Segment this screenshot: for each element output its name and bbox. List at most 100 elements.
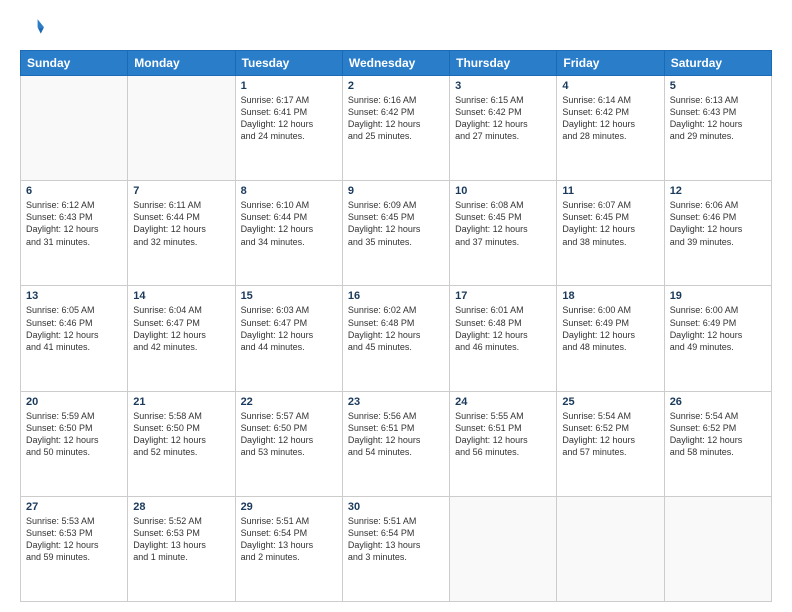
cell-info: Sunrise: 6:16 AMSunset: 6:42 PMDaylight:… [348, 94, 444, 143]
cell-info: Sunrise: 6:00 AMSunset: 6:49 PMDaylight:… [562, 304, 658, 353]
cell-info: Sunrise: 6:10 AMSunset: 6:44 PMDaylight:… [241, 199, 337, 248]
cell-info: Sunrise: 6:12 AMSunset: 6:43 PMDaylight:… [26, 199, 122, 248]
cell-day-number: 2 [348, 80, 444, 92]
calendar-cell: 19 Sunrise: 6:00 AMSunset: 6:49 PMDayligh… [664, 286, 771, 391]
calendar-cell: 5 Sunrise: 6:13 AMSunset: 6:43 PMDaylight… [664, 76, 771, 181]
calendar-cell: 8 Sunrise: 6:10 AMSunset: 6:44 PMDaylight… [235, 181, 342, 286]
col-header-friday: Friday [557, 51, 664, 76]
calendar-cell: 29 Sunrise: 5:51 AMSunset: 6:54 PMDayligh… [235, 496, 342, 601]
calendar-cell: 15 Sunrise: 6:03 AMSunset: 6:47 PMDayligh… [235, 286, 342, 391]
cell-day-number: 19 [670, 290, 766, 302]
cell-info: Sunrise: 5:57 AMSunset: 6:50 PMDaylight:… [241, 410, 337, 459]
header [20, 16, 772, 40]
cell-day-number: 10 [455, 185, 551, 197]
cell-day-number: 25 [562, 396, 658, 408]
cell-info: Sunrise: 6:03 AMSunset: 6:47 PMDaylight:… [241, 304, 337, 353]
calendar-cell: 4 Sunrise: 6:14 AMSunset: 6:42 PMDaylight… [557, 76, 664, 181]
calendar-cell: 21 Sunrise: 5:58 AMSunset: 6:50 PMDayligh… [128, 391, 235, 496]
cell-info: Sunrise: 6:14 AMSunset: 6:42 PMDaylight:… [562, 94, 658, 143]
calendar-cell: 23 Sunrise: 5:56 AMSunset: 6:51 PMDayligh… [342, 391, 449, 496]
cell-info: Sunrise: 5:52 AMSunset: 6:53 PMDaylight:… [133, 515, 229, 564]
calendar-cell: 3Sunrise: 6:15 AMSunset: 6:42 PMDaylight… [450, 76, 557, 181]
cell-day-number: 4 [562, 80, 658, 92]
calendar-cell: 25 Sunrise: 5:54 AMSunset: 6:52 PMDayligh… [557, 391, 664, 496]
cell-day-number: 30 [348, 501, 444, 513]
cell-info: Sunrise: 5:51 AMSunset: 6:54 PMDaylight:… [241, 515, 337, 564]
cell-day-number: 8 [241, 185, 337, 197]
calendar-cell: 22 Sunrise: 5:57 AMSunset: 6:50 PMDayligh… [235, 391, 342, 496]
calendar-cell: 17 Sunrise: 6:01 AMSunset: 6:48 PMDayligh… [450, 286, 557, 391]
cell-day-number: 13 [26, 290, 122, 302]
cell-day-number: 6 [26, 185, 122, 197]
calendar-cell: 30 Sunrise: 5:51 AMSunset: 6:54 PMDayligh… [342, 496, 449, 601]
cell-day-number: 3 [455, 80, 551, 92]
logo [20, 16, 48, 40]
calendar-cell [664, 496, 771, 601]
calendar-cell: 16Sunrise: 6:02 AMSunset: 6:48 PMDayligh… [342, 286, 449, 391]
cell-info: Sunrise: 5:53 AMSunset: 6:53 PMDaylight:… [26, 515, 122, 564]
calendar-cell: 2 Sunrise: 6:16 AMSunset: 6:42 PMDaylight… [342, 76, 449, 181]
cell-day-number: 15 [241, 290, 337, 302]
calendar-cell: 12 Sunrise: 6:06 AMSunset: 6:46 PMDayligh… [664, 181, 771, 286]
calendar-cell: 1Sunrise: 6:17 AMSunset: 6:41 PMDaylight… [235, 76, 342, 181]
logo-icon [20, 16, 44, 40]
cell-day-number: 28 [133, 501, 229, 513]
cell-info: Sunrise: 5:59 AMSunset: 6:50 PMDaylight:… [26, 410, 122, 459]
calendar-cell [450, 496, 557, 601]
cell-day-number: 24 [455, 396, 551, 408]
cell-day-number: 21 [133, 396, 229, 408]
cell-info: Sunrise: 6:13 AMSunset: 6:43 PMDaylight:… [670, 94, 766, 143]
week-row-5: 27 Sunrise: 5:53 AMSunset: 6:53 PMDayligh… [21, 496, 772, 601]
cell-info: Sunrise: 5:51 AMSunset: 6:54 PMDaylight:… [348, 515, 444, 564]
cell-day-number: 23 [348, 396, 444, 408]
cell-info: Sunrise: 6:04 AMSunset: 6:47 PMDaylight:… [133, 304, 229, 353]
page: SundayMondayTuesdayWednesdayThursdayFrid… [0, 0, 792, 612]
calendar-header: SundayMondayTuesdayWednesdayThursdayFrid… [21, 51, 772, 76]
calendar-body: 1Sunrise: 6:17 AMSunset: 6:41 PMDaylight… [21, 76, 772, 602]
cell-day-number: 5 [670, 80, 766, 92]
calendar-table: SundayMondayTuesdayWednesdayThursdayFrid… [20, 50, 772, 602]
cell-day-number: 22 [241, 396, 337, 408]
col-header-sunday: Sunday [21, 51, 128, 76]
calendar-cell: 6 Sunrise: 6:12 AMSunset: 6:43 PMDaylight… [21, 181, 128, 286]
cell-day-number: 20 [26, 396, 122, 408]
cell-day-number: 18 [562, 290, 658, 302]
col-header-saturday: Saturday [664, 51, 771, 76]
calendar-cell: 24 Sunrise: 5:55 AMSunset: 6:51 PMDayligh… [450, 391, 557, 496]
cell-info: Sunrise: 6:09 AMSunset: 6:45 PMDaylight:… [348, 199, 444, 248]
cell-info: Sunrise: 5:54 AMSunset: 6:52 PMDaylight:… [670, 410, 766, 459]
calendar-cell: 14 Sunrise: 6:04 AMSunset: 6:47 PMDayligh… [128, 286, 235, 391]
week-row-3: 13 Sunrise: 6:05 AMSunset: 6:46 PMDayligh… [21, 286, 772, 391]
cell-info: Sunrise: 6:06 AMSunset: 6:46 PMDaylight:… [670, 199, 766, 248]
cell-info: Sunrise: 6:07 AMSunset: 6:45 PMDaylight:… [562, 199, 658, 248]
calendar-cell: 20 Sunrise: 5:59 AMSunset: 6:50 PMDayligh… [21, 391, 128, 496]
cell-info: Sunrise: 6:05 AMSunset: 6:46 PMDaylight:… [26, 304, 122, 353]
cell-day-number: 27 [26, 501, 122, 513]
cell-info: Sunrise: 6:01 AMSunset: 6:48 PMDaylight:… [455, 304, 551, 353]
cell-info: Sunrise: 5:58 AMSunset: 6:50 PMDaylight:… [133, 410, 229, 459]
calendar-cell: 11 Sunrise: 6:07 AMSunset: 6:45 PMDayligh… [557, 181, 664, 286]
calendar-cell: 13 Sunrise: 6:05 AMSunset: 6:46 PMDayligh… [21, 286, 128, 391]
cell-info: Sunrise: 6:00 AMSunset: 6:49 PMDaylight:… [670, 304, 766, 353]
cell-info: Sunrise: 5:56 AMSunset: 6:51 PMDaylight:… [348, 410, 444, 459]
cell-day-number: 12 [670, 185, 766, 197]
calendar-cell: 7Sunrise: 6:11 AMSunset: 6:44 PMDaylight… [128, 181, 235, 286]
calendar-cell [557, 496, 664, 601]
cell-day-number: 17 [455, 290, 551, 302]
cell-info: Sunrise: 5:54 AMSunset: 6:52 PMDaylight:… [562, 410, 658, 459]
cell-day-number: 11 [562, 185, 658, 197]
calendar-cell: 28 Sunrise: 5:52 AMSunset: 6:53 PMDayligh… [128, 496, 235, 601]
cell-day-number: 1 [241, 80, 337, 92]
week-row-4: 20 Sunrise: 5:59 AMSunset: 6:50 PMDayligh… [21, 391, 772, 496]
cell-day-number: 29 [241, 501, 337, 513]
col-header-tuesday: Tuesday [235, 51, 342, 76]
cell-info: Sunrise: 5:55 AMSunset: 6:51 PMDaylight:… [455, 410, 551, 459]
week-row-2: 6 Sunrise: 6:12 AMSunset: 6:43 PMDaylight… [21, 181, 772, 286]
calendar-cell: 26Sunrise: 5:54 AMSunset: 6:52 PMDayligh… [664, 391, 771, 496]
calendar-cell: 9Sunrise: 6:09 AMSunset: 6:45 PMDaylight… [342, 181, 449, 286]
cell-day-number: 14 [133, 290, 229, 302]
calendar-cell [21, 76, 128, 181]
col-header-wednesday: Wednesday [342, 51, 449, 76]
calendar-cell [128, 76, 235, 181]
cell-info: Sunrise: 6:08 AMSunset: 6:45 PMDaylight:… [455, 199, 551, 248]
